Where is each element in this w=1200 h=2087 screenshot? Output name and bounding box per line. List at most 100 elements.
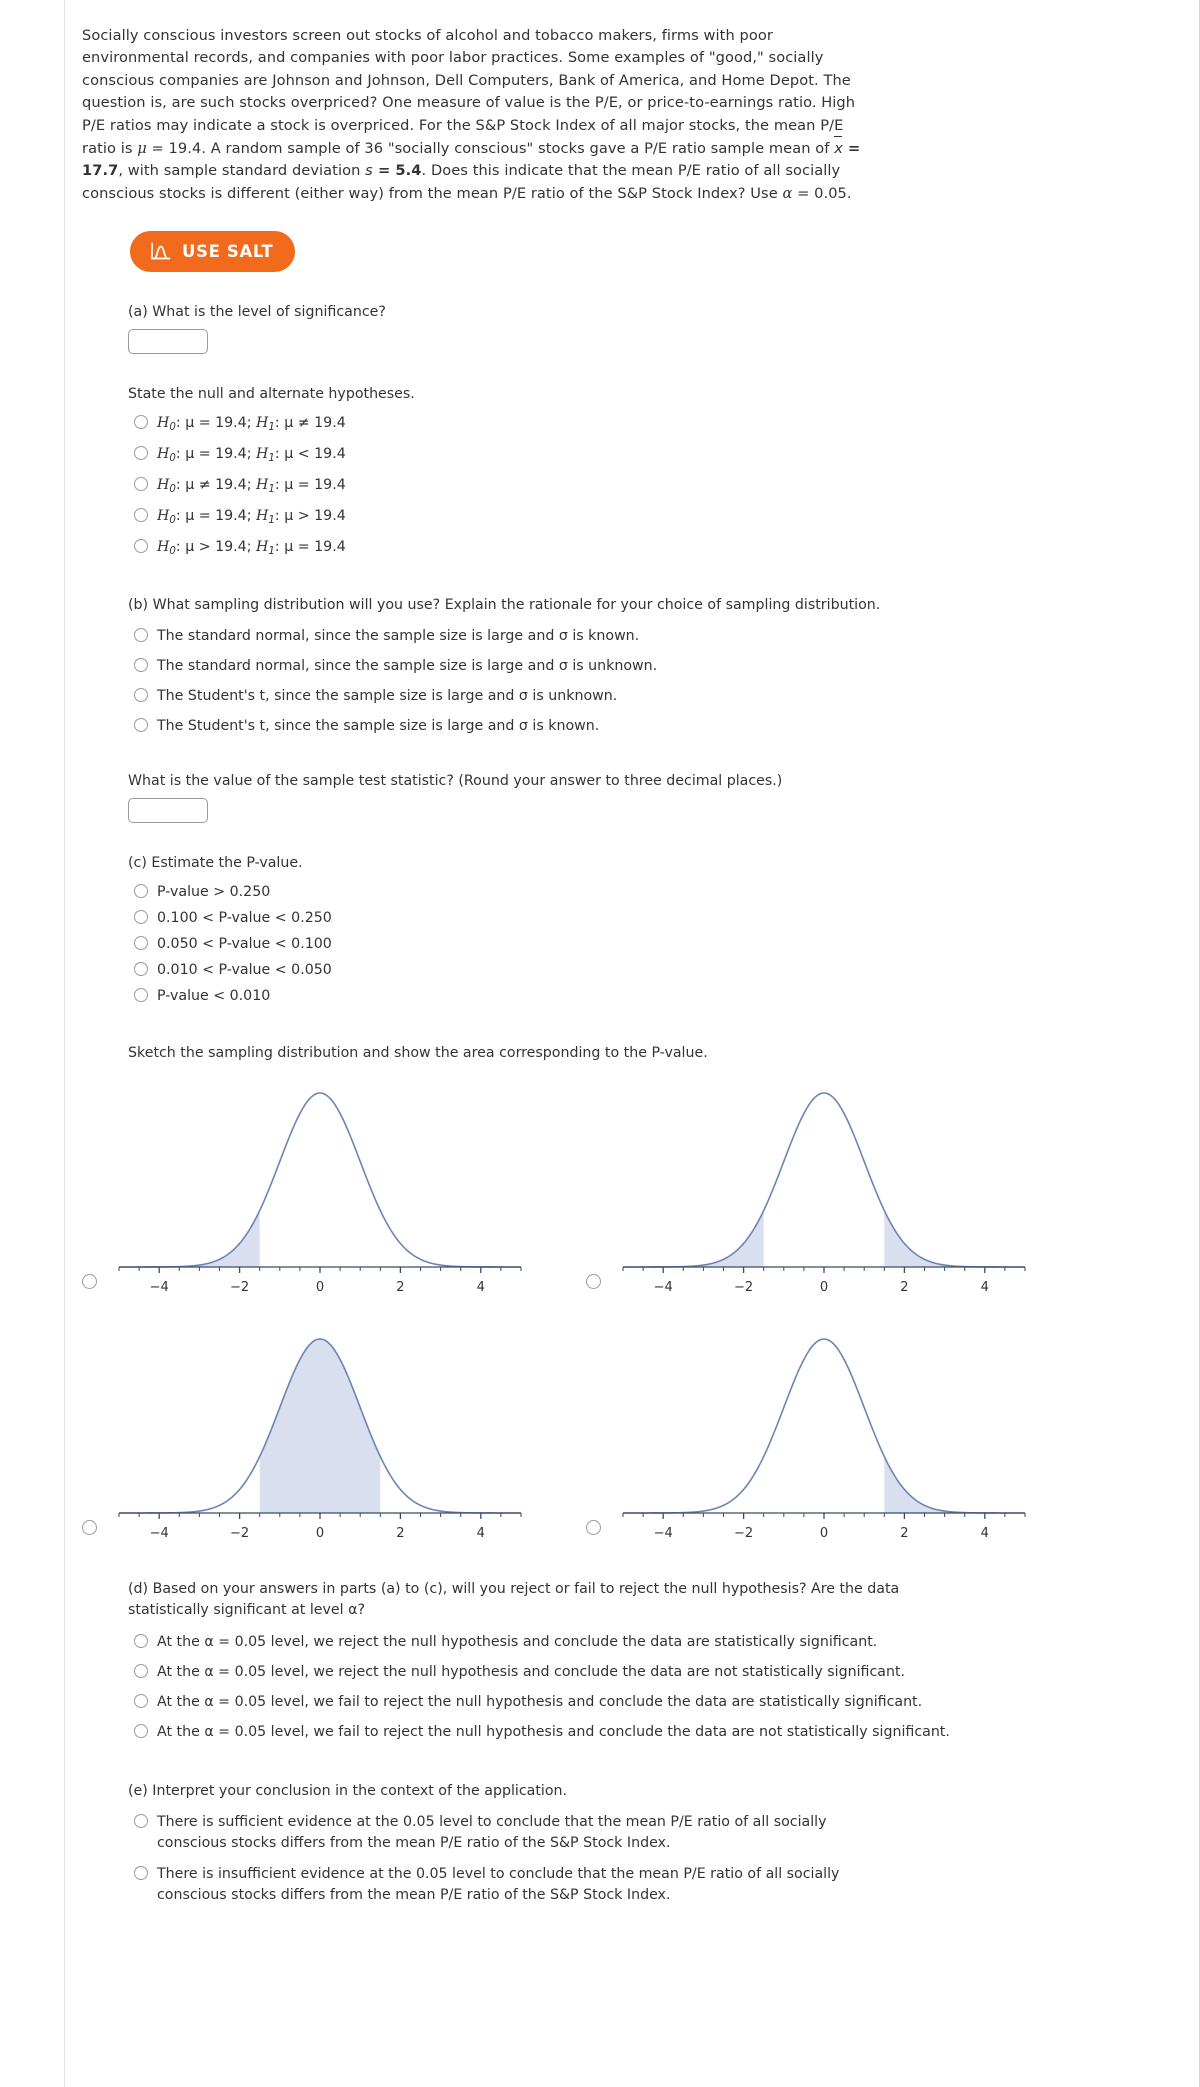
shaded-area <box>884 1456 1025 1513</box>
part-d-option-1[interactable]: At the α = 0.05 level, we reject the nul… <box>134 1627 1090 1657</box>
part-b-options: The standard normal, since the sample si… <box>82 621 1090 741</box>
hypothesis-option-2[interactable]: H0: μ = 19.4; H1: μ < 19.4 <box>134 441 1090 472</box>
part-c-options: P-value > 0.250 0.100 < P-value < 0.250 … <box>82 879 1090 1009</box>
radio-icon[interactable] <box>586 1273 601 1289</box>
part-b-option-4[interactable]: The Student's t, since the sample size i… <box>134 711 1090 741</box>
radio-icon[interactable] <box>134 1813 148 1828</box>
part-d-block: (d) Based on your answers in parts (a) t… <box>82 1579 1090 1747</box>
part-d-option-2[interactable]: At the α = 0.05 level, we reject the nul… <box>134 1657 1090 1687</box>
part-a-question: (a) What is the level of significance? <box>128 304 386 321</box>
axis-tick-label: −4 <box>150 1526 169 1541</box>
s-value: = 5.4 <box>372 162 422 180</box>
radio-icon[interactable] <box>134 687 148 702</box>
radio-icon[interactable] <box>82 1273 97 1289</box>
hypotheses-options: H0: μ = 19.4; H1: μ ≠ 19.4 H0: μ = 19.4;… <box>82 410 1090 564</box>
radio-icon[interactable] <box>134 987 148 1002</box>
radio-icon[interactable] <box>134 909 148 924</box>
radio-icon[interactable] <box>134 1633 148 1648</box>
hypothesis-option-1[interactable]: H0: μ = 19.4; H1: μ ≠ 19.4 <box>134 410 1090 441</box>
hypothesis-option-4-h0: μ = 19.4; <box>185 507 252 524</box>
use-salt-button[interactable]: USE SALT <box>130 231 296 273</box>
level-of-significance-input[interactable] <box>128 329 208 355</box>
shaded-area <box>119 1210 260 1267</box>
axis-tick-label: −4 <box>150 1280 169 1295</box>
alpha-value: = 0.05. <box>792 184 852 202</box>
radio-icon[interactable] <box>134 1663 148 1678</box>
radio-icon[interactable] <box>586 1519 601 1535</box>
graph-option-top-left[interactable]: −4 −2 0 2 4 <box>82 1065 586 1311</box>
axis-tick-label: 4 <box>981 1280 989 1295</box>
axis-tick-label: −4 <box>654 1280 673 1295</box>
part-b-option-2-label: The standard normal, since the sample si… <box>157 657 658 674</box>
axis-tick-label: 4 <box>477 1280 485 1295</box>
shaded-area <box>884 1210 1025 1267</box>
part-c-question: (c) Estimate the P-value. <box>128 854 303 871</box>
radio-icon[interactable] <box>134 717 148 732</box>
part-b-option-1-label: The standard normal, since the sample si… <box>157 627 640 644</box>
graph-option-top-right[interactable]: −4 −2 0 2 4 <box>586 1065 1090 1311</box>
radio-icon[interactable] <box>134 657 148 672</box>
hypothesis-option-2-h0: μ = 19.4; <box>185 446 252 463</box>
radio-icon[interactable] <box>134 415 148 430</box>
part-a-block: (a) What is the level of significance? <box>82 302 1090 355</box>
part-d-options: At the α = 0.05 level, we reject the nul… <box>82 1627 1090 1747</box>
part-c-option-4[interactable]: 0.010 < P-value < 0.050 <box>134 957 1090 983</box>
test-statistic-block: What is the value of the sample test sta… <box>82 771 1090 823</box>
graph-top-right: −4 −2 0 2 4 <box>622 1091 1026 1295</box>
part-b-option-2[interactable]: The standard normal, since the sample si… <box>134 651 1090 681</box>
radio-icon[interactable] <box>134 477 148 492</box>
axis-tick-label: 2 <box>396 1280 404 1295</box>
part-d-option-4[interactable]: At the α = 0.05 level, we fail to reject… <box>134 1717 1090 1747</box>
intro-text-part-1: Socially conscious investors screen out … <box>82 26 856 157</box>
part-c-option-1-label: P-value > 0.250 <box>157 883 271 900</box>
normal-curve <box>623 1337 1025 1514</box>
part-b-question: (b) What sampling distribution will you … <box>128 596 881 613</box>
normal-curve <box>119 1091 521 1268</box>
axis-tick-label: 0 <box>820 1526 828 1541</box>
radio-icon[interactable] <box>134 446 148 461</box>
test-statistic-input[interactable] <box>128 797 208 823</box>
part-b-option-1[interactable]: The standard normal, since the sample si… <box>134 621 1090 651</box>
axis-tick-label: 0 <box>820 1280 828 1295</box>
hypothesis-option-5-h1: μ = 19.4 <box>284 538 346 555</box>
part-c-option-5-label: P-value < 0.010 <box>157 987 271 1004</box>
hypothesis-option-4[interactable]: H0: μ = 19.4; H1: μ > 19.4 <box>134 503 1090 534</box>
radio-icon[interactable] <box>134 627 148 642</box>
radio-icon[interactable] <box>134 507 148 522</box>
part-e-option-1[interactable]: There is sufficient evidence at the 0.05… <box>134 1807 1090 1859</box>
hypothesis-option-5-h0: μ > 19.4; <box>185 538 252 555</box>
hypothesis-option-3[interactable]: H0: μ ≠ 19.4; H1: μ = 19.4 <box>134 472 1090 503</box>
axis-tick-label: 2 <box>396 1526 404 1541</box>
radio-icon[interactable] <box>134 883 148 898</box>
radio-icon[interactable] <box>134 935 148 950</box>
graph-bottom-left: −4 −2 0 2 4 <box>118 1337 522 1541</box>
radio-icon[interactable] <box>134 1723 148 1738</box>
hypothesis-option-2-h1: μ < 19.4 <box>284 446 346 463</box>
radio-icon[interactable] <box>134 1693 148 1708</box>
part-c-option-5[interactable]: P-value < 0.010 <box>134 983 1090 1009</box>
part-b-option-3[interactable]: The Student's t, since the sample size i… <box>134 681 1090 711</box>
hypothesis-option-3-h1: μ = 19.4 <box>284 477 346 494</box>
radio-icon[interactable] <box>82 1519 97 1535</box>
radio-icon[interactable] <box>134 538 148 553</box>
part-d-option-3[interactable]: At the α = 0.05 level, we fail to reject… <box>134 1687 1090 1717</box>
question-page: Socially conscious investors screen out … <box>0 0 1200 2087</box>
graph-option-bottom-right[interactable]: −4 −2 0 2 4 <box>586 1311 1090 1557</box>
hypothesis-option-5[interactable]: H0: μ > 19.4; H1: μ = 19.4 <box>134 534 1090 565</box>
part-e-block: (e) Interpret your conclusion in the con… <box>82 1781 1090 1911</box>
axis-tick-label: 2 <box>900 1526 908 1541</box>
part-d-question: (d) Based on your answers in parts (a) t… <box>128 1580 900 1618</box>
axis-tick-label: −2 <box>230 1280 249 1295</box>
part-e-option-2[interactable]: There is insufficient evidence at the 0.… <box>134 1859 1090 1911</box>
part-c-option-4-label: 0.010 < P-value < 0.050 <box>157 961 332 978</box>
radio-icon[interactable] <box>134 961 148 976</box>
radio-icon[interactable] <box>134 1865 148 1880</box>
part-c-option-3[interactable]: 0.050 < P-value < 0.100 <box>134 931 1090 957</box>
part-c-option-1[interactable]: P-value > 0.250 <box>134 879 1090 905</box>
graph-option-bottom-left[interactable]: −4 −2 0 2 4 <box>82 1311 586 1557</box>
part-c-option-2[interactable]: 0.100 < P-value < 0.250 <box>134 905 1090 931</box>
axis-tick-label: 2 <box>900 1280 908 1295</box>
axis-tick-label: 4 <box>477 1526 485 1541</box>
problem-statement: Socially conscious investors screen out … <box>82 25 872 206</box>
hypotheses-block: State the null and alternate hypotheses.… <box>82 384 1090 564</box>
